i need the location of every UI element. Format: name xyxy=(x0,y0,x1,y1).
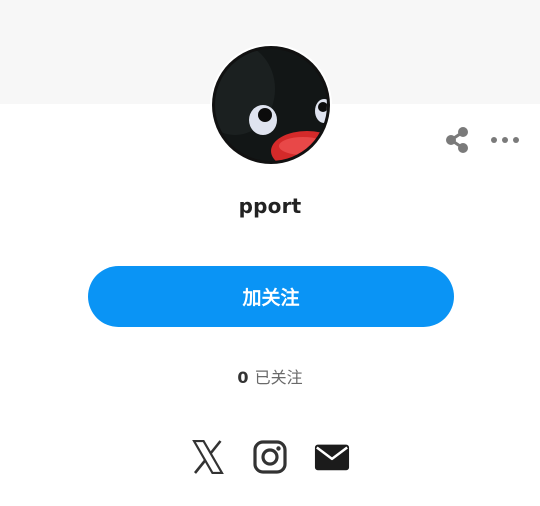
social-links xyxy=(0,438,540,476)
instagram-icon[interactable] xyxy=(252,438,288,476)
email-icon[interactable] xyxy=(314,438,350,476)
header-actions xyxy=(444,126,520,154)
avatar[interactable] xyxy=(210,44,332,166)
avatar-ring xyxy=(212,46,330,164)
following-count: 0 xyxy=(237,368,249,387)
share-icon[interactable] xyxy=(444,126,470,154)
more-horizontal-icon[interactable] xyxy=(490,136,520,144)
avatar-image xyxy=(215,49,327,161)
username: pport xyxy=(238,194,302,218)
profile-page: pport 加关注 0 已关注 xyxy=(0,0,540,506)
follow-button[interactable]: 加关注 xyxy=(88,266,454,327)
following-label: 已关注 xyxy=(254,368,303,387)
following-stat[interactable]: 0 已关注 xyxy=(0,364,540,388)
x-twitter-icon[interactable] xyxy=(190,438,226,476)
